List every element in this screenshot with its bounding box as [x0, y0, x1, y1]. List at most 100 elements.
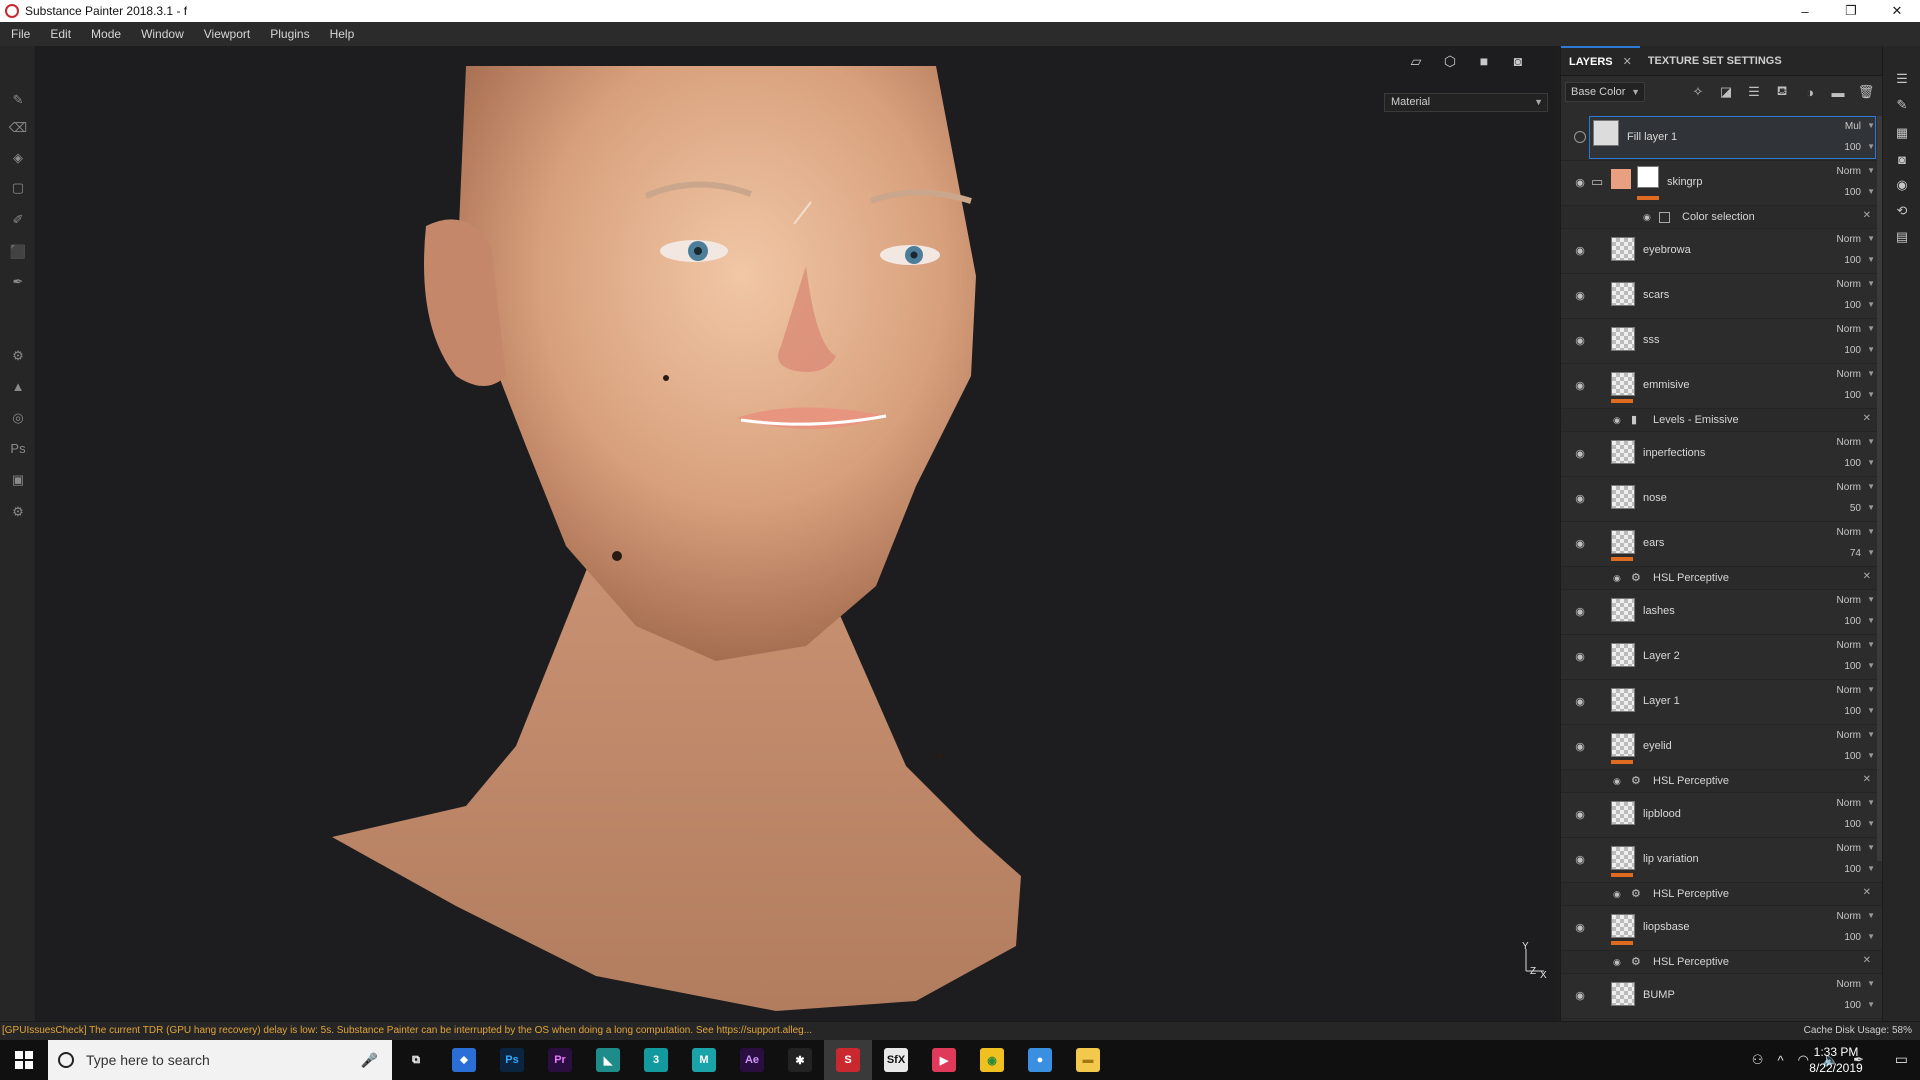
taskbar-app-maya[interactable]: M	[680, 1040, 728, 1080]
blend-mode-select[interactable]: Norm	[1837, 279, 1861, 290]
effect-visibility-icon[interactable]: ◉	[1613, 889, 1623, 899]
tab-texture-set-settings[interactable]: TEXTURE SET SETTINGS	[1640, 46, 1790, 76]
opacity-value[interactable]: 100	[1844, 1000, 1861, 1011]
layer-row[interactable]: ◉ eyelid Norm ▼ 100 ▼	[1561, 725, 1882, 770]
menu-window[interactable]: Window	[130, 27, 193, 41]
taskbar-app-premiere[interactable]: Pr	[536, 1040, 584, 1080]
eye-icon[interactable]: ◉	[1574, 808, 1586, 821]
layer-row[interactable]: ◉ lashes Norm ▼ 100 ▼	[1561, 590, 1882, 635]
delete-layer-icon[interactable]: 🗑	[1856, 82, 1876, 102]
folder-icon[interactable]: ▭	[1591, 174, 1603, 190]
remove-effect-icon[interactable]: ✕	[1863, 210, 1871, 221]
history-icon[interactable]: ⟲	[1893, 202, 1911, 220]
eye-icon[interactable]: ◉	[1574, 176, 1586, 189]
windows-start-icon[interactable]	[0, 1040, 48, 1080]
layer-row[interactable]: ◉ BUMP Norm ▼ 100 ▼	[1561, 974, 1882, 1019]
blend-mode-select[interactable]: Norm	[1837, 730, 1861, 741]
layer-channel-select[interactable]: Base Color ▼	[1565, 82, 1645, 102]
taskbar-app-photoshop[interactable]: Ps	[488, 1040, 536, 1080]
tray-chevron-up-icon[interactable]: ^	[1777, 1053, 1783, 1068]
eye-icon[interactable]: ◉	[1574, 740, 1586, 753]
close-window-button[interactable]: ✕	[1874, 0, 1920, 22]
eye-icon[interactable]: ◉	[1574, 447, 1586, 460]
eye-icon[interactable]: ◉	[1574, 334, 1586, 347]
taskbar-app-zbrush[interactable]: ✱	[776, 1040, 824, 1080]
layer-effect-row[interactable]: ◉ Color selection ✕	[1561, 206, 1882, 229]
layer-row[interactable]: ◉ scars Norm ▼ 100 ▼	[1561, 274, 1882, 319]
3d-viewport[interactable]: ▱ ⬡ ■ ◙ Material ▼ Y Z X	[36, 46, 1556, 1021]
display-settings-icon[interactable]: ◙	[1893, 150, 1911, 168]
taskbar-app-file-explorer[interactable]: ▬	[1064, 1040, 1112, 1080]
geometry-mask-icon[interactable]: ▢	[8, 178, 28, 198]
symmetry-icon[interactable]: ◎	[8, 408, 28, 428]
remove-effect-icon[interactable]: ✕	[1863, 571, 1871, 582]
eye-icon[interactable]: ◉	[1574, 853, 1586, 866]
eye-icon[interactable]: ◉	[1574, 921, 1586, 934]
viewport-channel-select[interactable]: Material ▼	[1384, 93, 1548, 112]
taskbar-search-input[interactable]: Type here to search 🎤	[48, 1040, 392, 1080]
opacity-value[interactable]: 100	[1844, 616, 1861, 627]
add-folder-icon[interactable]: ▬	[1828, 82, 1848, 102]
polygon-fill-icon[interactable]: ▲	[8, 376, 28, 396]
blend-mode-select[interactable]: Norm	[1837, 234, 1861, 245]
taskbar-app-designer[interactable]: ◣	[584, 1040, 632, 1080]
blend-mode-select[interactable]: Norm	[1837, 527, 1861, 538]
layer-row[interactable]: ◉ Layer 2 Norm ▼ 100 ▼	[1561, 635, 1882, 680]
opacity-value[interactable]: 100	[1844, 751, 1861, 762]
tab-layers[interactable]: LAYERS ✕	[1561, 46, 1640, 76]
layer-effect-row[interactable]: ◉ ⚙ HSL Perceptive ✕	[1561, 951, 1882, 974]
blend-mode-select[interactable]: Norm	[1837, 979, 1861, 990]
close-icon[interactable]: ✕	[1623, 55, 1632, 68]
blend-mode-select[interactable]: Norm	[1837, 798, 1861, 809]
visibility-toggle-icon[interactable]	[1574, 131, 1586, 143]
blend-mode-select[interactable]: Norm	[1837, 369, 1861, 380]
taskbar-app-task-view[interactable]: ⧉	[392, 1040, 440, 1080]
taskbar-clock[interactable]: 1:33 PM 8/22/2019	[1796, 1044, 1876, 1076]
add-fill-layer-icon[interactable]: ⛾	[1772, 82, 1792, 102]
brush-properties-icon[interactable]: ✎	[1893, 96, 1911, 114]
opacity-value[interactable]: 100	[1844, 390, 1861, 401]
blend-mode-select[interactable]: Norm	[1837, 685, 1861, 696]
eye-icon[interactable]: ◉	[1574, 492, 1586, 505]
opacity-value[interactable]: 100	[1844, 255, 1861, 266]
layer-row[interactable]: ◉ ears Norm ▼ 74 ▼	[1561, 522, 1882, 567]
opacity-value[interactable]: 100	[1844, 300, 1861, 311]
selection-mode-icon[interactable]: ▱	[1406, 52, 1426, 70]
opacity-value[interactable]: 100	[1844, 706, 1861, 717]
settings-gear-icon[interactable]: ⚙	[8, 502, 28, 522]
eye-icon[interactable]: ◉	[1574, 695, 1586, 708]
opacity-value[interactable]: 100	[1844, 187, 1861, 198]
eye-icon[interactable]: ◉	[1574, 989, 1586, 1002]
blend-mode-select[interactable]: Norm	[1837, 437, 1861, 448]
opacity-value[interactable]: 50	[1850, 503, 1861, 514]
opacity-value[interactable]: 100	[1844, 458, 1861, 469]
menu-edit[interactable]: Edit	[39, 27, 80, 41]
blend-mode-select[interactable]: Mul	[1845, 121, 1861, 132]
eye-icon[interactable]: ◉	[1574, 605, 1586, 618]
effect-visibility-icon[interactable]: ◉	[1613, 957, 1623, 967]
bake-icon[interactable]: ⚙	[8, 346, 28, 366]
layer-row[interactable]: ◉ ▭ skingrp Norm ▼ 100 ▼	[1561, 161, 1882, 206]
effect-visibility-icon[interactable]: ◉	[1613, 573, 1623, 583]
layer-row[interactable]: ◉ eyebrowa Norm ▼ 100 ▼	[1561, 229, 1882, 274]
taskbar-app-app-blue[interactable]: ⬥	[440, 1040, 488, 1080]
taskbar-app-3dsmax[interactable]: 3	[632, 1040, 680, 1080]
taskbar-app-app-orb[interactable]: ●	[1016, 1040, 1064, 1080]
layer-row[interactable]: ◉ liopsbase Norm ▼ 100 ▼	[1561, 906, 1882, 951]
opacity-value[interactable]: 74	[1850, 548, 1861, 559]
opacity-value[interactable]: 100	[1844, 661, 1861, 672]
export-icon[interactable]: ▣	[8, 470, 28, 490]
menu-file[interactable]: File	[0, 27, 39, 41]
layer-row[interactable]: Fill layer 1 Mul ▼ 100 ▼	[1561, 116, 1882, 161]
blend-mode-select[interactable]: Norm	[1837, 166, 1861, 177]
effect-visibility-icon[interactable]: ◉	[1613, 415, 1623, 425]
smudge-icon[interactable]: ✐	[8, 210, 28, 230]
texture-set-list-icon[interactable]: ▦	[1893, 124, 1911, 142]
layer-row[interactable]: ◉ emmisive Norm ▼ 100 ▼	[1561, 364, 1882, 409]
eraser-icon[interactable]: ⌫	[8, 118, 28, 138]
eye-icon[interactable]: ◉	[1574, 650, 1586, 663]
layer-effect-row[interactable]: ◉ ⚙ HSL Perceptive ✕	[1561, 883, 1882, 906]
remove-effect-icon[interactable]: ✕	[1863, 413, 1871, 424]
blend-mode-select[interactable]: Norm	[1837, 843, 1861, 854]
screenshot-icon[interactable]: ◙	[1508, 52, 1528, 70]
